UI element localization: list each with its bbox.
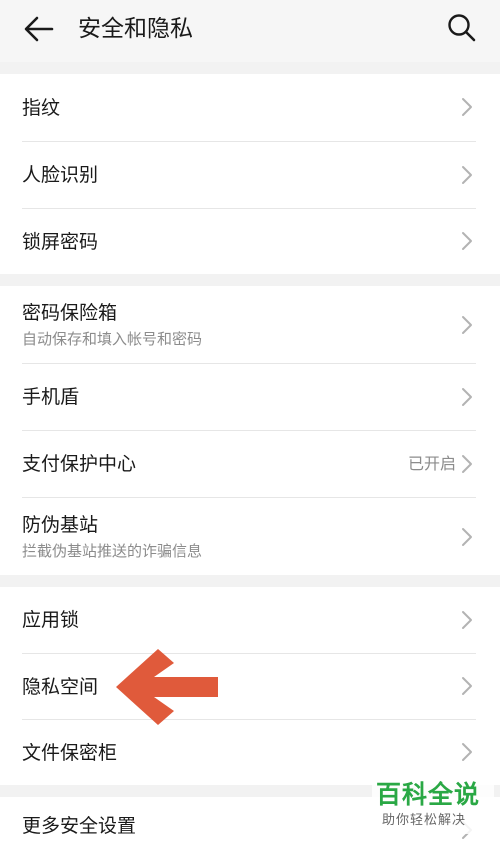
item-title: 手机盾 bbox=[22, 386, 80, 408]
watermark-logo: 百科全说 助你轻松解决 bbox=[372, 778, 494, 834]
watermark-title: 百科全说 bbox=[376, 780, 481, 809]
settings-item-face-recognition[interactable]: 人脸识别 bbox=[0, 142, 500, 208]
chevron-right-icon bbox=[460, 675, 474, 697]
item-title: 密码保险箱 bbox=[22, 302, 118, 324]
chevron-right-icon bbox=[460, 314, 474, 336]
settings-item-password-vault[interactable]: 密码保险箱 自动保存和填入帐号和密码 bbox=[0, 286, 500, 363]
item-title: 应用锁 bbox=[22, 609, 80, 631]
status-value: 已开启 bbox=[407, 454, 456, 473]
chevron-right-icon bbox=[460, 386, 474, 408]
settings-item-phone-shield[interactable]: 手机盾 bbox=[0, 364, 500, 430]
chevron-right-icon bbox=[460, 741, 474, 763]
chevron-right-icon bbox=[460, 609, 474, 631]
item-title: 文件保密柜 bbox=[22, 742, 118, 764]
item-title: 锁屏密码 bbox=[22, 231, 99, 253]
item-subtitle: 拦截伪基站推送的诈骗信息 bbox=[22, 542, 203, 560]
section-gap bbox=[0, 62, 500, 74]
chevron-right-icon bbox=[460, 230, 474, 252]
settings-item-app-lock[interactable]: 应用锁 bbox=[0, 587, 500, 653]
item-title: 支付保护中心 bbox=[22, 453, 137, 475]
item-subtitle: 自动保存和填入帐号和密码 bbox=[22, 330, 203, 348]
section-gap bbox=[0, 575, 500, 587]
top-app-bar: 安全和隐私 bbox=[0, 0, 500, 62]
watermark-subtitle: 助你轻松解决 bbox=[382, 813, 467, 828]
settings-item-private-space[interactable]: 隐私空间 bbox=[0, 654, 500, 719]
chevron-right-icon bbox=[460, 164, 474, 186]
item-title: 隐私空间 bbox=[22, 676, 99, 698]
item-title: 指纹 bbox=[22, 97, 61, 119]
item-title: 人脸识别 bbox=[22, 164, 99, 186]
annotation-arrow-icon bbox=[112, 645, 224, 729]
settings-item-payment-protection[interactable]: 支付保护中心 已开启 bbox=[0, 431, 500, 497]
section-gap bbox=[0, 274, 500, 286]
settings-item-file-safe[interactable]: 文件保密柜 bbox=[0, 720, 500, 785]
arrow-left-icon[interactable] bbox=[22, 14, 56, 44]
chevron-right-icon bbox=[460, 453, 474, 475]
search-icon[interactable] bbox=[446, 12, 478, 44]
settings-item-anti-fake-base-station[interactable]: 防伪基站 拦截伪基站推送的诈骗信息 bbox=[0, 498, 500, 575]
page-title: 安全和隐私 bbox=[78, 16, 193, 42]
chevron-right-icon bbox=[460, 96, 474, 118]
settings-item-fingerprint[interactable]: 指纹 bbox=[0, 74, 500, 141]
settings-item-lock-screen-password[interactable]: 锁屏密码 bbox=[0, 209, 500, 274]
item-title: 更多安全设置 bbox=[22, 815, 137, 837]
chevron-right-icon bbox=[460, 526, 474, 548]
item-title: 防伪基站 bbox=[22, 514, 99, 536]
